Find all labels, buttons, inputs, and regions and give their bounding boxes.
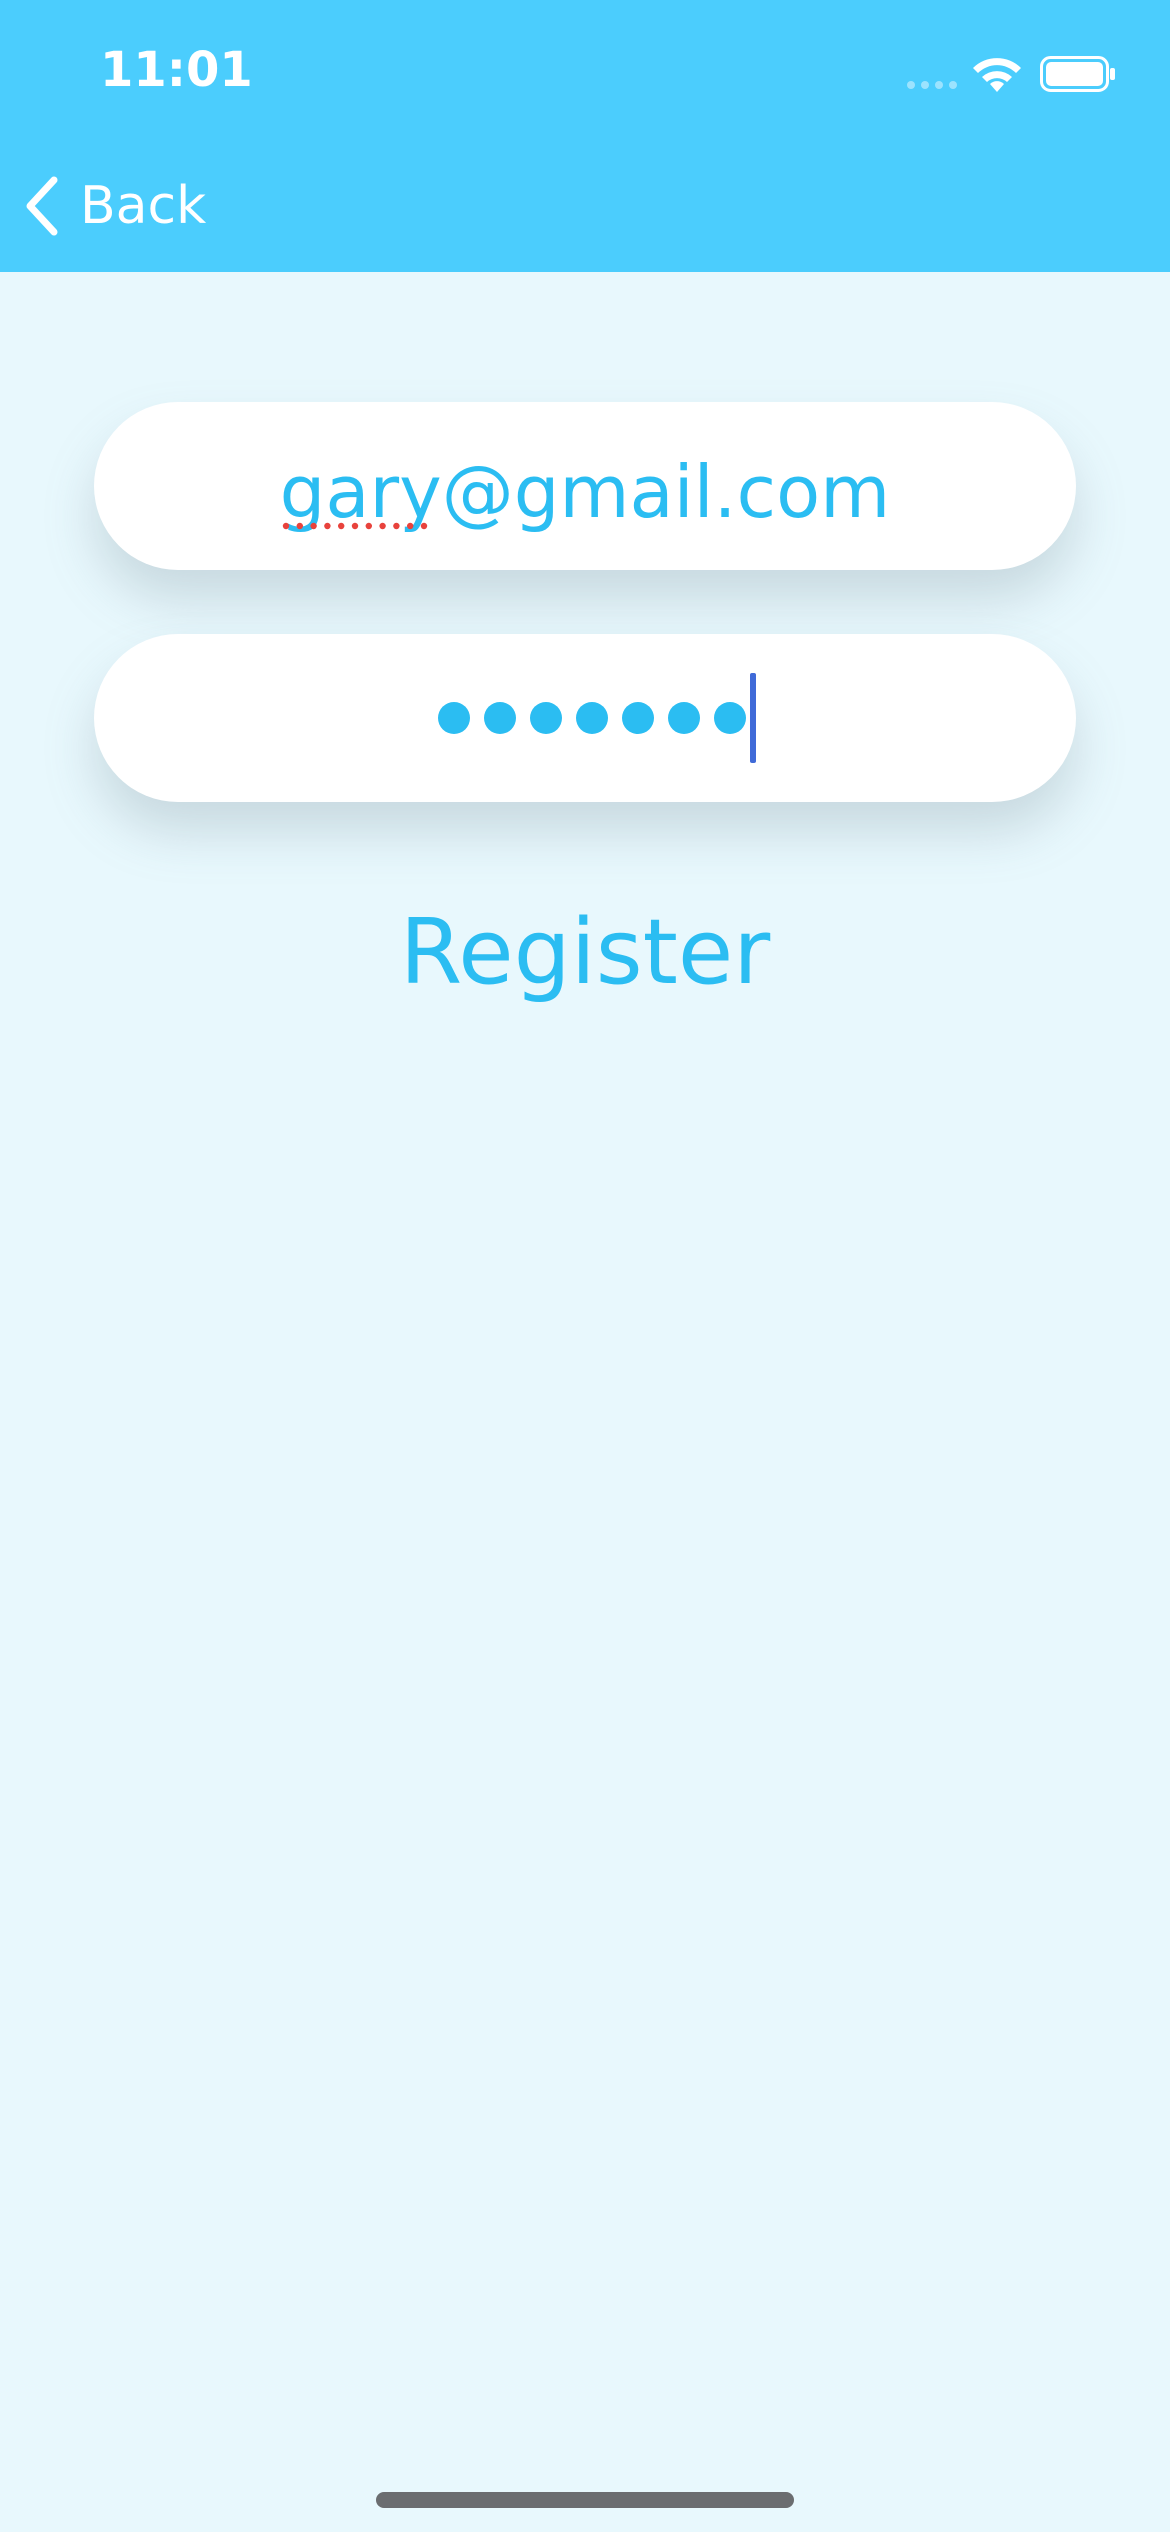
password-mask-dot	[484, 702, 516, 734]
email-field[interactable]: gary@gmail.com	[94, 402, 1076, 570]
wifi-icon	[973, 58, 1021, 92]
password-mask-dot	[576, 702, 608, 734]
password-mask-dot	[530, 702, 562, 734]
password-mask-dot	[714, 702, 746, 734]
battery-icon	[1040, 56, 1115, 92]
email-value: gary@gmail.com	[279, 450, 891, 534]
home-indicator[interactable]	[376, 2492, 794, 2508]
password-mask	[438, 702, 746, 734]
back-button[interactable]: Back	[24, 170, 206, 242]
password-value	[438, 673, 756, 763]
password-mask-dot	[668, 702, 700, 734]
password-field[interactable]	[94, 634, 1076, 802]
spellcheck-underline	[282, 522, 427, 530]
navigation-header: 11:01 Back	[0, 0, 1170, 272]
cellular-signal-icon	[907, 81, 957, 89]
back-label: Back	[80, 176, 207, 236]
register-button[interactable]: Register	[0, 900, 1170, 1005]
password-mask-dot	[438, 702, 470, 734]
status-time: 11:01	[100, 42, 253, 98]
chevron-left-icon	[26, 176, 58, 236]
text-caret	[750, 673, 756, 763]
password-mask-dot	[622, 702, 654, 734]
